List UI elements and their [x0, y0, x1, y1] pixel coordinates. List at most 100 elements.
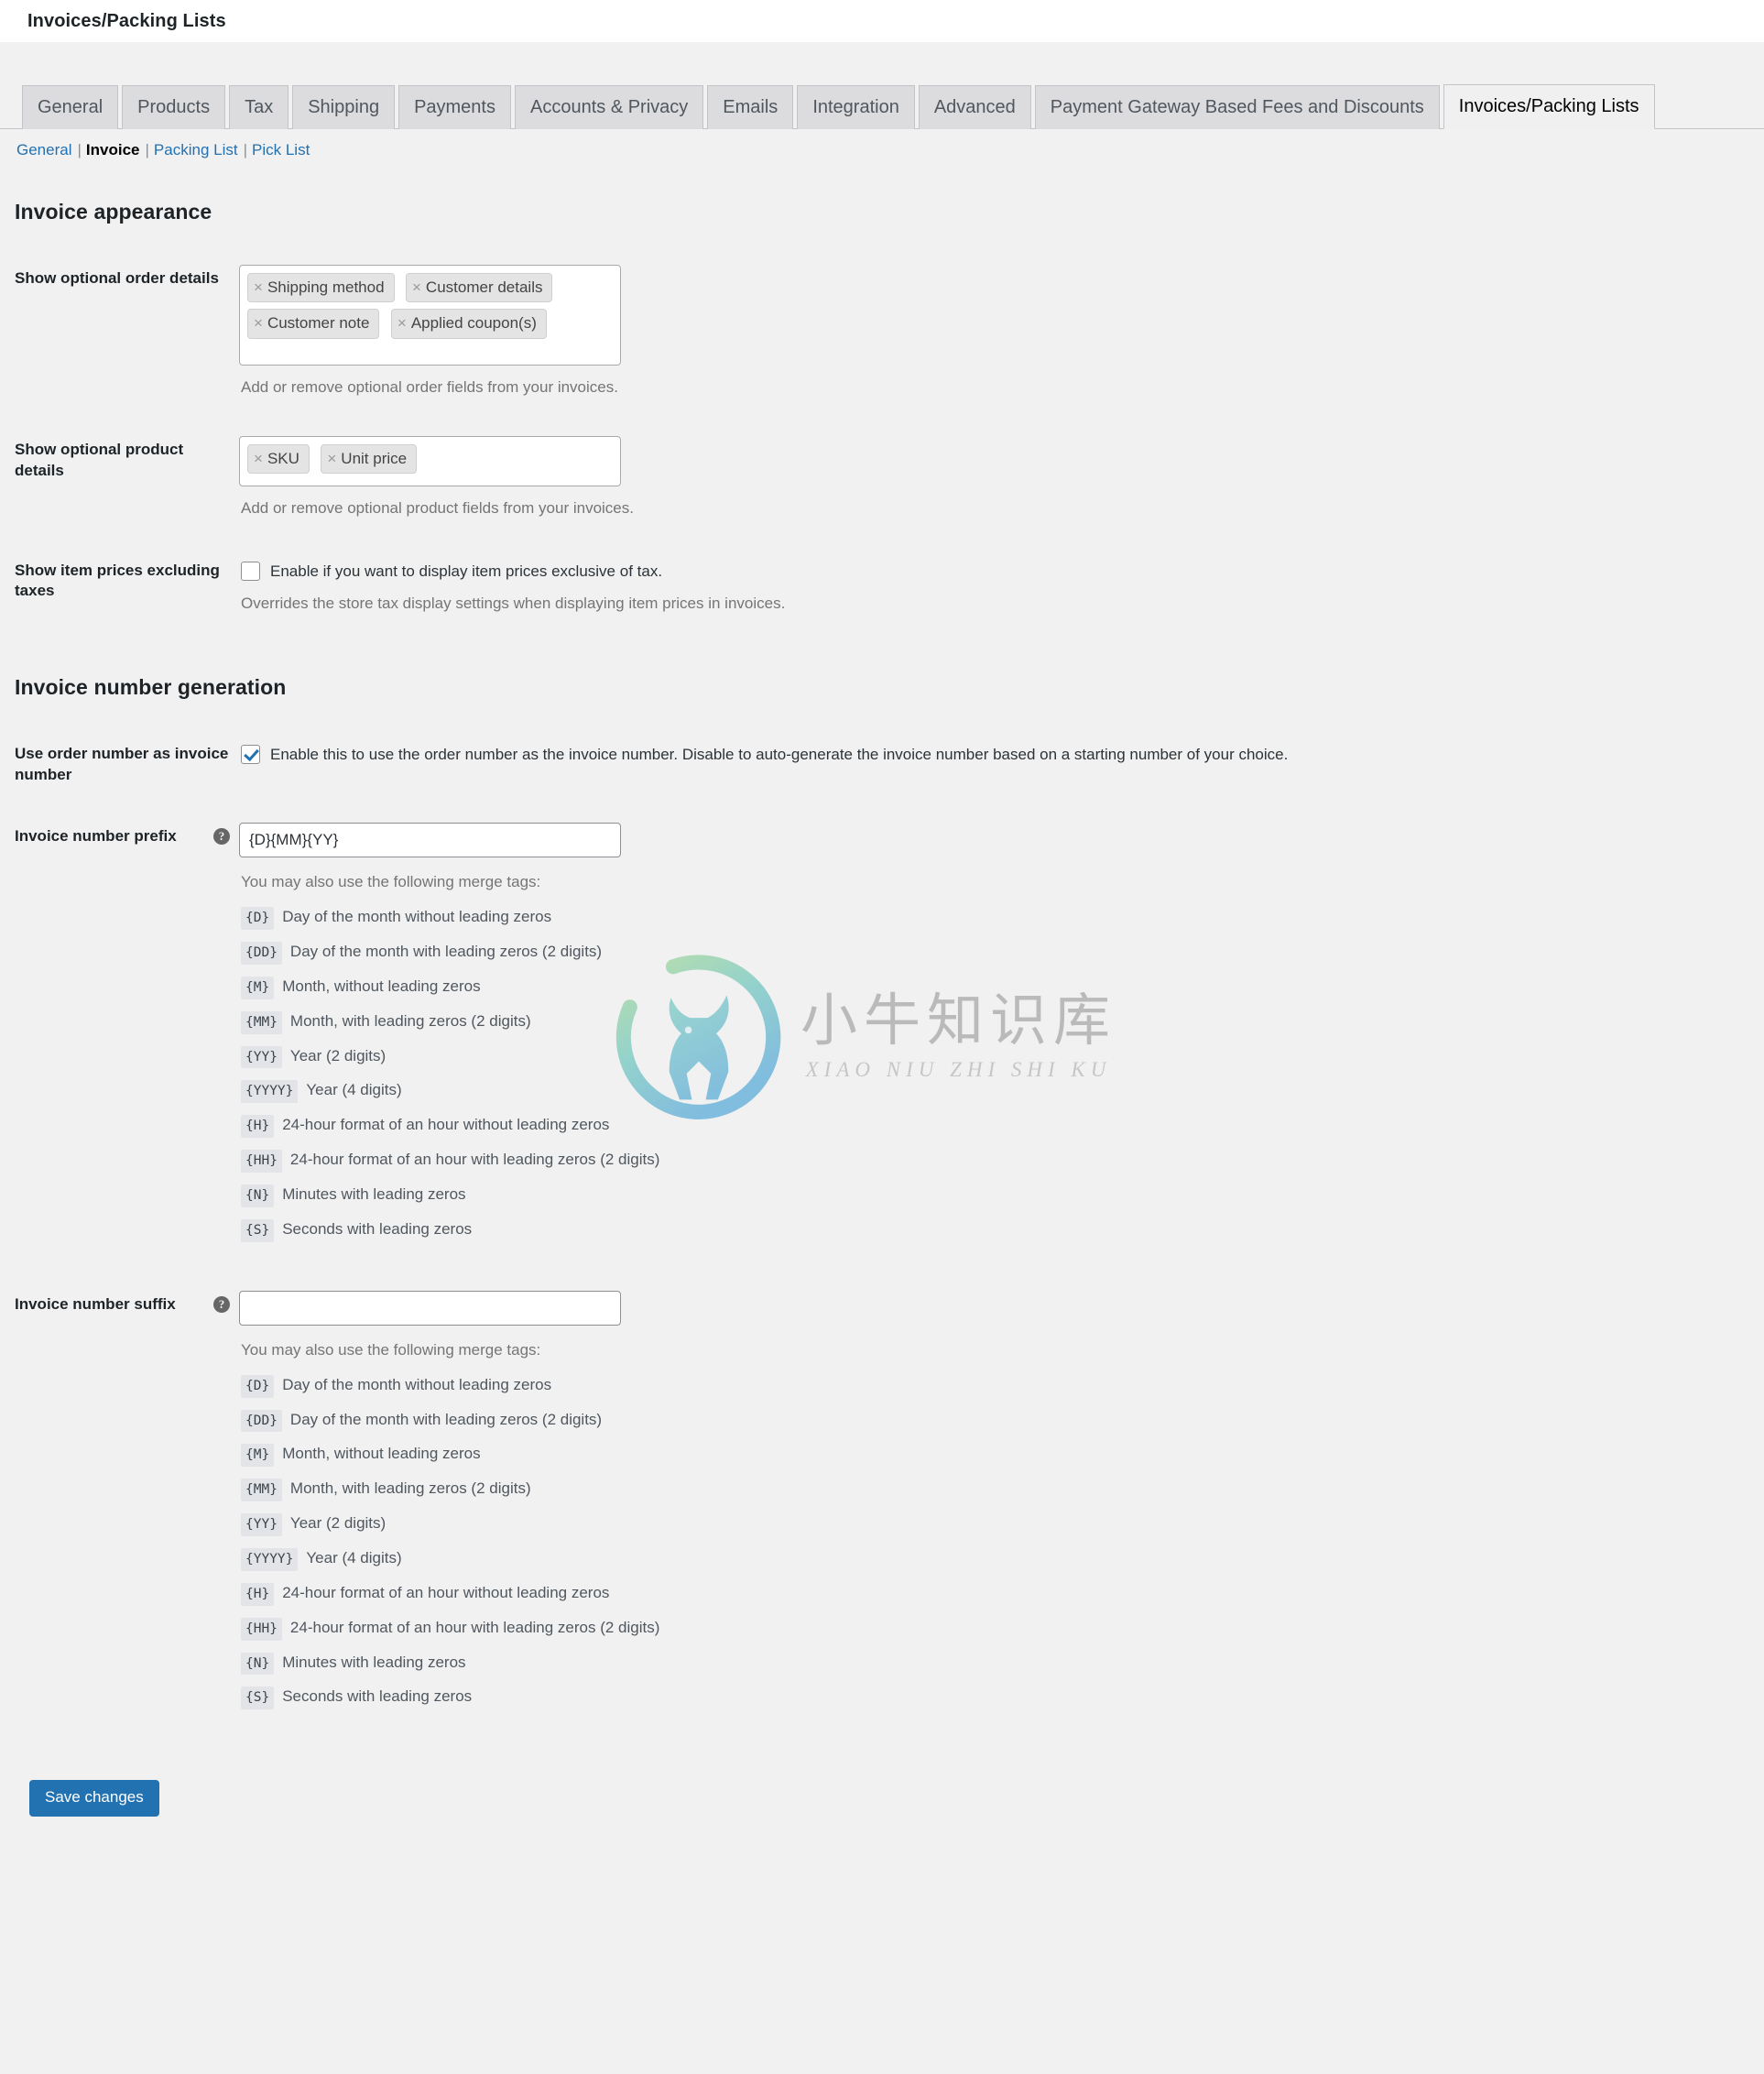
submit-area: Save changes [15, 1741, 1742, 1852]
merge-tag-desc: Minutes with leading zeros [282, 1184, 466, 1203]
merge-tag-desc: Seconds with leading zeros [282, 1219, 473, 1238]
tab-products[interactable]: Products [122, 85, 226, 129]
merge-tag-code: {H} [241, 1582, 275, 1606]
settings-page: General Products Tax Shipping Payments A… [0, 42, 1764, 1853]
merge-tag-code: {HH} [241, 1150, 282, 1173]
remove-icon[interactable]: × [254, 449, 263, 468]
chip-sku[interactable]: × SKU [247, 443, 310, 474]
remove-icon[interactable]: × [254, 278, 263, 297]
subnav-separator: | [77, 141, 82, 158]
merge-tag-item: {YYYY} Year (4 digits) [241, 1547, 1733, 1571]
help-icon[interactable]: ? [213, 1295, 230, 1313]
merge-tag-code: {D} [241, 907, 275, 931]
tab-emails[interactable]: Emails [707, 85, 794, 129]
merge-tag-item: {M} Month, without leading zeros [241, 976, 1733, 999]
field-label-prices-excl-tax: Show item prices excluding taxes [15, 540, 239, 636]
merge-tag-code: {MM} [241, 1479, 282, 1502]
window-top-bar: Invoices/Packing Lists [0, 0, 1764, 42]
chip-applied-coupons[interactable]: × Applied coupon(s) [390, 309, 547, 339]
merge-tag-code: {S} [241, 1218, 275, 1242]
merge-tag-desc: Minutes with leading zeros [282, 1653, 466, 1671]
tab-shipping[interactable]: Shipping [292, 85, 396, 129]
use-order-number-checkbox[interactable] [241, 745, 260, 765]
field-row-use-order-number: Use order number as invoice number Enabl… [15, 724, 1742, 806]
prices-excl-tax-checkbox[interactable] [241, 561, 260, 581]
description-prices-excl-tax: Overrides the store tax display settings… [241, 594, 786, 612]
merge-tag-code: {S} [241, 1686, 275, 1710]
merge-tag-code: {DD} [241, 1409, 282, 1433]
use-order-number-row: Enable this to use the order number as t… [239, 744, 1733, 765]
remove-icon[interactable]: × [327, 449, 336, 468]
tab-general[interactable]: General [22, 85, 119, 129]
merge-tag-item: {DD} Day of the month with leading zeros … [241, 942, 1733, 965]
label-text-order-details: Show optional order details [15, 269, 219, 287]
remove-icon[interactable]: × [412, 278, 421, 297]
field-label-product-details: Show optional product details [15, 420, 239, 540]
merge-tag-desc: Seconds with leading zeros [282, 1687, 473, 1706]
merge-tag-desc: 24-hour format of an hour with leading z… [289, 1151, 660, 1169]
label-text-product-details: Show optional product details [15, 440, 184, 479]
prices-excl-tax-row: Enable if you want to display item price… [239, 561, 1733, 582]
tab-accounts-privacy[interactable]: Accounts & Privacy [515, 85, 704, 129]
invoice-number-suffix-input[interactable] [239, 1290, 621, 1326]
invoice-number-prefix-input[interactable] [239, 823, 621, 858]
field-row-order-details: Show optional order details × Shipping m… [15, 248, 1742, 420]
tab-integration[interactable]: Integration [797, 85, 915, 129]
tab-tax[interactable]: Tax [229, 85, 289, 129]
order-details-multiselect[interactable]: × Shipping method × Customer details × C… [239, 265, 621, 366]
merge-tag-item: {S} Seconds with leading zeros [241, 1686, 1733, 1710]
chip-label: Shipping method [267, 278, 385, 296]
merge-tag-item: {YYYY} Year (4 digits) [241, 1080, 1733, 1104]
merge-tag-desc: Month, with leading zeros (2 digits) [289, 1479, 531, 1498]
page-title: Invoices/Packing Lists [27, 10, 226, 31]
merge-tag-item: {N} Minutes with leading zeros [241, 1652, 1733, 1676]
merge-tag-desc: Month, without leading zeros [282, 1445, 481, 1463]
remove-icon[interactable]: × [397, 313, 407, 333]
field-row-invoice-number-prefix: Invoice number prefix ? You may also use… [15, 806, 1742, 1274]
chip-customer-note[interactable]: × Customer note [247, 309, 380, 339]
merge-tag-desc: 24-hour format of an hour without leadin… [282, 1583, 610, 1601]
subnav-link-packing-list[interactable]: Packing List [152, 141, 240, 159]
product-details-multiselect[interactable]: × SKU × Unit price [239, 435, 621, 486]
field-control-order-details: × Shipping method × Customer details × C… [239, 248, 1742, 420]
tab-advanced[interactable]: Advanced [918, 85, 1031, 129]
merge-tag-item: {HH} 24-hour format of an hour with leadi… [241, 1617, 1733, 1641]
subnav-item-pick-list[interactable]: Pick List [250, 141, 311, 159]
help-icon[interactable]: ? [213, 828, 230, 846]
merge-tag-desc: 24-hour format of an hour with leading z… [289, 1618, 660, 1636]
field-control-invoice-number-prefix: You may also use the following merge tag… [239, 806, 1742, 1274]
save-changes-button[interactable]: Save changes [29, 1780, 159, 1817]
merge-tag-desc: Month, with leading zeros (2 digits) [289, 1011, 531, 1030]
field-control-invoice-number-suffix: You may also use the following merge tag… [239, 1274, 1742, 1742]
chip-label: Applied coupon(s) [410, 314, 537, 333]
field-row-product-details: Show optional product details × SKU × Un… [15, 420, 1742, 540]
subnav-item-general[interactable]: General | [15, 141, 84, 159]
tab-payments[interactable]: Payments [398, 85, 511, 129]
remove-icon[interactable]: × [254, 313, 263, 333]
chip-label: SKU [267, 449, 299, 467]
merge-tag-desc: Day of the month with leading zeros (2 d… [289, 1410, 603, 1428]
merge-tag-item: {MM} Month, with leading zeros (2 digits) [241, 1010, 1733, 1034]
field-control-use-order-number: Enable this to use the order number as t… [239, 724, 1742, 806]
subnav-link-pick-list[interactable]: Pick List [250, 141, 311, 159]
sub-navigation: General | Invoice | Packing List | Pick … [0, 141, 1764, 159]
merge-tag-desc: Year (2 digits) [289, 1514, 387, 1533]
merge-tag-desc: Year (2 digits) [289, 1046, 387, 1064]
merge-tag-item: {D} Day of the month without leading zero… [241, 907, 1733, 931]
chip-shipping-method[interactable]: × Shipping method [247, 273, 395, 303]
tab-invoices-packing-lists[interactable]: Invoices/Packing Lists [1443, 84, 1655, 129]
merge-tags-intro-prefix: You may also use the following merge tag… [241, 873, 541, 891]
settings-content: Invoice appearance Show optional order d… [0, 200, 1764, 1853]
chip-customer-details[interactable]: × Customer details [405, 273, 553, 303]
field-label-invoice-number-prefix: Invoice number prefix ? [15, 806, 239, 1274]
subnav-link-invoice[interactable]: Invoice [84, 141, 142, 159]
label-text-invoice-number-prefix: Invoice number prefix [15, 827, 177, 846]
chip-unit-price[interactable]: × Unit price [321, 443, 418, 474]
field-label-order-details: Show optional order details [15, 248, 239, 420]
subnav-item-packing-list[interactable]: Packing List | [152, 141, 250, 159]
subnav-link-general[interactable]: General [15, 141, 73, 159]
merge-tag-code: {N} [241, 1652, 275, 1676]
invoice-appearance-form: Show optional order details × Shipping m… [15, 248, 1742, 635]
tab-payment-gateway-fees[interactable]: Payment Gateway Based Fees and Discounts [1034, 85, 1440, 129]
subnav-item-invoice[interactable]: Invoice | [84, 141, 152, 159]
